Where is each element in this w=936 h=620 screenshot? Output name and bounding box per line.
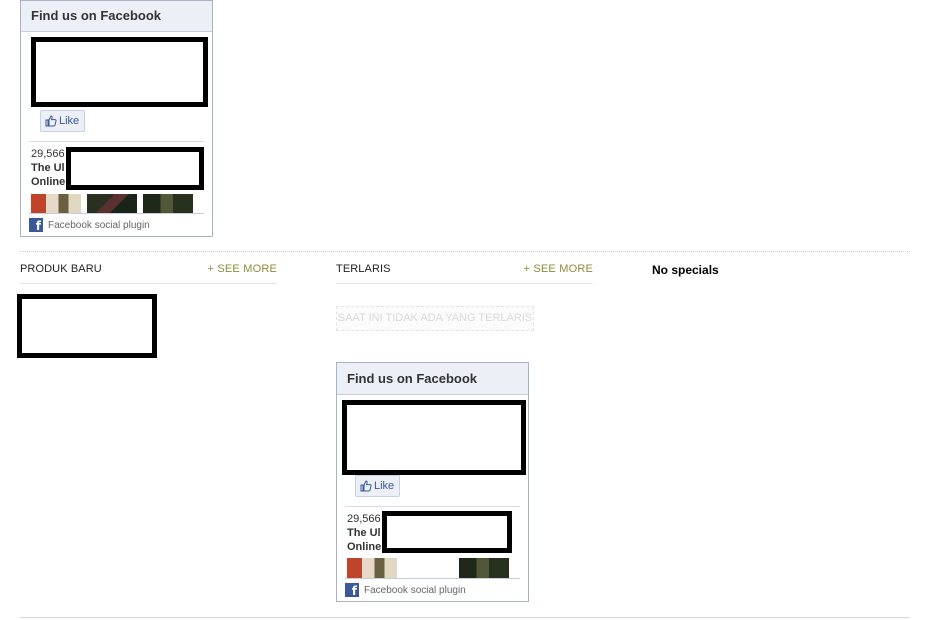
best-sellers-empty-message: SAAT INI TIDAK ADA YANG TERLARIS — [336, 306, 534, 331]
header-rule — [20, 283, 277, 284]
fan-faces — [347, 558, 509, 578]
best-sellers-see-more-link[interactable]: + SEE MORE — [523, 263, 593, 275]
best-sellers-title: TERLARIS — [336, 263, 391, 275]
like-label: Like — [374, 480, 395, 492]
facebook-plugin-footer: f Facebook social plugin — [345, 578, 520, 601]
fan-count: 29,566 — [347, 513, 381, 525]
section-separator — [20, 251, 910, 252]
fan-avatar[interactable] — [143, 194, 193, 214]
header-rule — [336, 283, 593, 284]
specials-empty-message: No specials — [652, 263, 719, 277]
fan-avatar[interactable] — [347, 558, 397, 578]
new-products-title: PRODUK BARU — [20, 263, 102, 275]
redacted-page-name — [382, 511, 512, 553]
facebook-box-title: Find us on Facebook — [21, 1, 212, 32]
thumbs-up-icon — [360, 480, 372, 492]
page-name-line-2[interactable]: Online — [31, 175, 65, 189]
facebook-logo-icon: f — [345, 583, 359, 597]
divider — [345, 506, 520, 507]
fan-avatar[interactable] — [87, 194, 137, 214]
redacted-page-banner — [342, 400, 526, 475]
thumbs-up-icon — [45, 115, 57, 127]
footer-label[interactable]: Facebook social plugin — [48, 220, 150, 231]
like-label: Like — [59, 115, 80, 127]
fan-avatar[interactable] — [403, 558, 453, 578]
facebook-like-box: Find us on Facebook Like 29,566 The Ul O… — [336, 362, 529, 602]
footer-label[interactable]: Facebook social plugin — [364, 585, 466, 596]
fan-faces — [31, 194, 193, 214]
redacted-page-name — [66, 147, 204, 190]
divider — [29, 141, 204, 142]
facebook-like-box: Find us on Facebook Like 29,566 The Ul O… — [20, 0, 213, 237]
best-sellers-header: TERLARIS + SEE MORE — [336, 263, 593, 284]
facebook-like-button[interactable]: Like — [355, 475, 401, 497]
fan-count: 29,566 — [31, 148, 65, 160]
fan-avatar[interactable] — [31, 194, 81, 214]
facebook-logo-icon: f — [29, 218, 43, 232]
page-name-line-2[interactable]: Online — [347, 540, 381, 554]
redacted-page-banner — [31, 37, 208, 107]
new-products-see-more-link[interactable]: + SEE MORE — [207, 263, 277, 275]
page-name-line-1[interactable]: The Ul — [31, 161, 65, 175]
new-products-header: PRODUK BARU + SEE MORE — [20, 263, 277, 284]
facebook-like-button[interactable]: Like — [40, 110, 86, 132]
facebook-plugin-footer: f Facebook social plugin — [29, 213, 204, 236]
fan-avatar[interactable] — [459, 558, 509, 578]
facebook-box-title: Find us on Facebook — [337, 363, 528, 395]
footer-separator — [20, 617, 910, 618]
redacted-product — [17, 294, 157, 358]
page-name-line-1[interactable]: The Ul — [347, 526, 381, 540]
